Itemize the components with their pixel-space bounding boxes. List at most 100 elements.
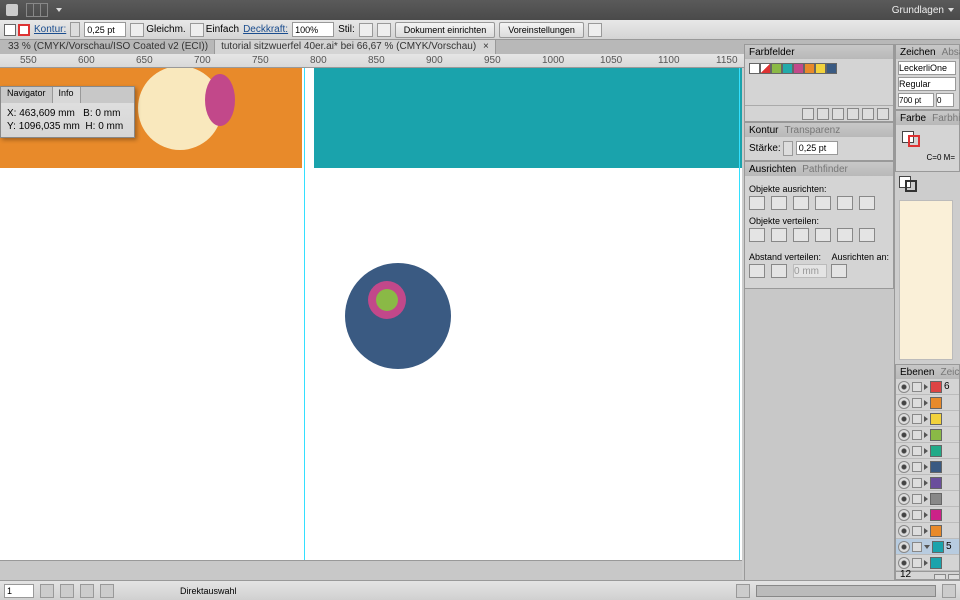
visibility-icon[interactable] (898, 493, 910, 505)
lock-icon[interactable] (912, 542, 922, 552)
opacity-label[interactable]: Deckkraft: (243, 24, 288, 35)
prev-artboard-icon[interactable] (60, 584, 74, 598)
artboard-nav-input[interactable] (4, 584, 34, 598)
transparency-tab[interactable]: Transparenz (784, 125, 840, 136)
stroke-stepper[interactable] (70, 22, 80, 37)
panel-layout-toggle[interactable] (26, 3, 48, 17)
lock-icon[interactable] (912, 462, 922, 472)
new-swatch-icon[interactable] (862, 108, 874, 120)
lock-icon[interactable] (912, 430, 922, 440)
disclosure-icon[interactable] (924, 448, 928, 454)
visibility-icon[interactable] (898, 381, 910, 393)
fill-stroke-indicator[interactable] (902, 131, 922, 147)
disclosure-icon[interactable] (924, 432, 928, 438)
dist-space-v-icon[interactable] (749, 264, 765, 278)
paragraph-tab[interactable]: Absatz (942, 47, 960, 58)
font-family-input[interactable] (898, 61, 956, 75)
document-tab[interactable]: 33 % (CMYK/Vorschau/ISO Coated v2 (ECI)) (2, 40, 215, 54)
lock-icon[interactable] (912, 558, 922, 568)
canvas[interactable] (0, 68, 742, 560)
layer-row[interactable] (896, 443, 959, 459)
align-right-icon[interactable] (793, 196, 809, 210)
last-artboard-icon[interactable] (100, 584, 114, 598)
swatch[interactable] (771, 63, 782, 74)
stroke-weight-field[interactable] (796, 141, 838, 155)
visibility-icon[interactable] (898, 445, 910, 457)
visibility-icon[interactable] (898, 397, 910, 409)
lock-icon[interactable] (912, 398, 922, 408)
visibility-icon[interactable] (898, 413, 910, 425)
disclosure-icon[interactable] (924, 560, 928, 566)
font-style-input[interactable] (898, 77, 956, 91)
disclosure-icon[interactable] (924, 400, 928, 406)
visibility-icon[interactable] (898, 477, 910, 489)
first-artboard-icon[interactable] (40, 584, 54, 598)
visibility-icon[interactable] (898, 509, 910, 521)
align-hcenter-icon[interactable] (771, 196, 787, 210)
dist-vcenter-icon[interactable] (771, 228, 787, 242)
guide[interactable] (304, 68, 305, 560)
align-bottom-icon[interactable] (859, 196, 875, 210)
document-setup-button[interactable]: Dokument einrichten (395, 22, 496, 38)
visibility-icon[interactable] (898, 429, 910, 441)
swatch-kind-icon[interactable] (817, 108, 829, 120)
lock-icon[interactable] (912, 478, 922, 488)
guide[interactable] (739, 68, 740, 560)
align-left-icon[interactable] (749, 196, 765, 210)
visibility-icon[interactable] (898, 557, 910, 569)
layer-row[interactable] (896, 475, 959, 491)
swatch[interactable] (782, 63, 793, 74)
disclosure-icon[interactable] (924, 528, 928, 534)
disclosure-icon[interactable] (924, 512, 928, 518)
align-top-icon[interactable] (815, 196, 831, 210)
stroke-weight-input[interactable] (84, 22, 126, 37)
disclosure-icon[interactable] (924, 496, 928, 502)
layer-row[interactable] (896, 427, 959, 443)
preferences-button[interactable]: Voreinstellungen (499, 22, 584, 38)
workspace-switcher[interactable]: Grundlagen (892, 5, 944, 16)
color-tab[interactable]: Farbe (900, 113, 926, 124)
fill-stroke-indicator[interactable] (899, 176, 919, 192)
align-tab[interactable]: Ausrichten (749, 164, 796, 175)
artboards-tab[interactable]: Zeichenfl (940, 367, 960, 378)
disclosure-icon[interactable] (924, 545, 930, 549)
fill-swatch[interactable] (4, 24, 16, 36)
layers-tab[interactable]: Ebenen (900, 367, 934, 378)
lock-icon[interactable] (912, 526, 922, 536)
visibility-icon[interactable] (898, 461, 910, 473)
swatch[interactable] (793, 63, 804, 74)
layer-row[interactable] (896, 395, 959, 411)
next-artboard-icon[interactable] (80, 584, 94, 598)
lock-icon[interactable] (912, 414, 922, 424)
layer-row[interactable] (896, 523, 959, 539)
brush-width-icon[interactable] (130, 23, 144, 37)
align-vcenter-icon[interactable] (837, 196, 853, 210)
stroke-weight-stepper[interactable] (783, 141, 793, 156)
visibility-icon[interactable] (898, 541, 910, 553)
swatch[interactable] (815, 63, 826, 74)
disclosure-icon[interactable] (924, 480, 928, 486)
character-tab[interactable]: Zeichen (900, 47, 936, 58)
colorguide-tab[interactable]: Farbhilfe (932, 113, 960, 124)
dist-top-icon[interactable] (749, 228, 765, 242)
opacity-input[interactable] (292, 22, 334, 37)
info-panel[interactable]: Navigator Info X: 463,609 mm B: 0 mm Y: … (0, 86, 135, 138)
stroke-label[interactable]: Kontur: (34, 24, 66, 35)
stroke-swatch[interactable] (18, 24, 30, 36)
dist-bottom-icon[interactable] (793, 228, 809, 242)
swatch[interactable] (826, 63, 837, 74)
dist-hcenter-icon[interactable] (837, 228, 853, 242)
document-tab-active[interactable]: tutorial sitzwuerfel 40er.ai* bei 66,67 … (215, 40, 496, 54)
layer-row[interactable]: 5 (896, 539, 959, 555)
dist-right-icon[interactable] (859, 228, 875, 242)
dist-left-icon[interactable] (815, 228, 831, 242)
disclosure-icon[interactable] (924, 416, 928, 422)
swatch[interactable] (804, 63, 815, 74)
recolor-icon[interactable] (377, 23, 391, 37)
swatch[interactable] (749, 63, 760, 74)
lock-icon[interactable] (912, 494, 922, 504)
trash-icon[interactable] (877, 108, 889, 120)
layer-row[interactable]: 6 (896, 379, 959, 395)
lock-icon[interactable] (912, 446, 922, 456)
font-size-input[interactable] (898, 93, 934, 107)
